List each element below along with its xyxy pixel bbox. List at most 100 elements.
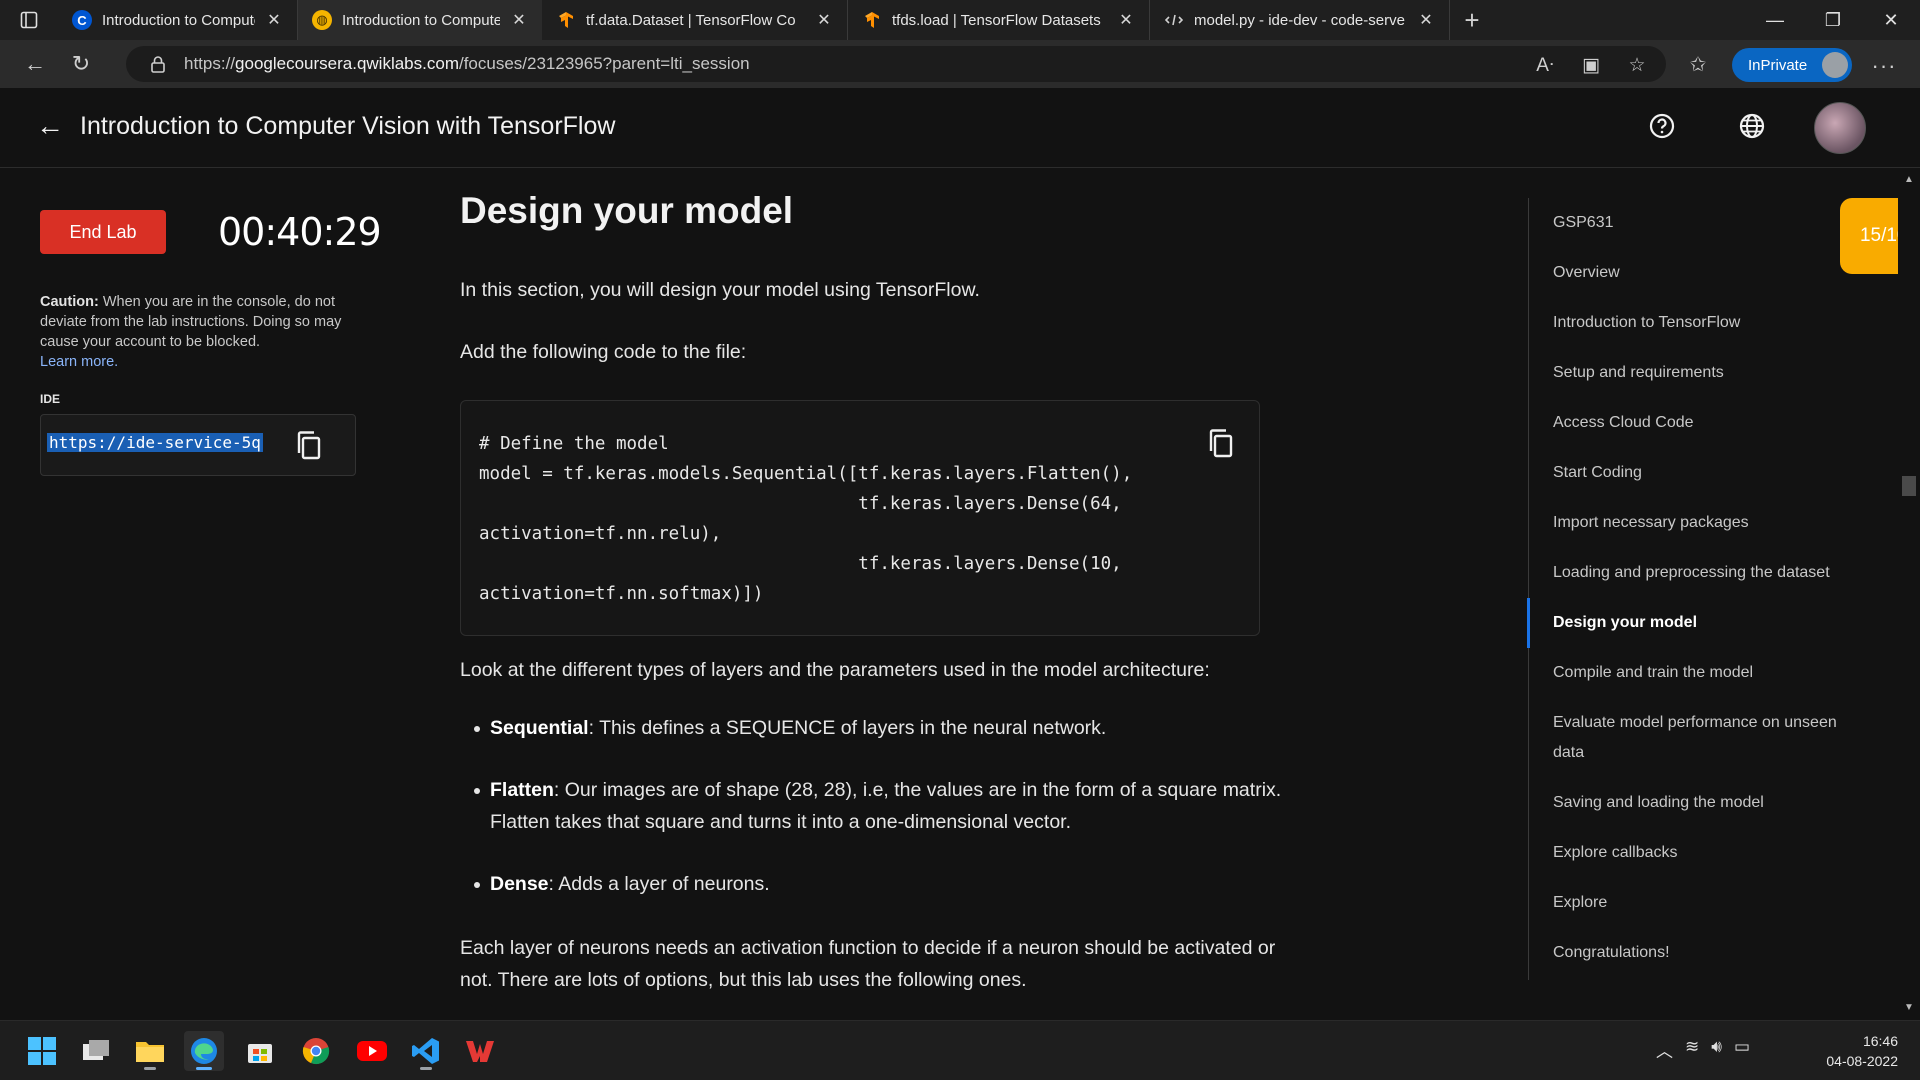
browser-tab[interactable]: tfds.load | TensorFlow Datasets ✕ bbox=[848, 0, 1150, 40]
tab-title: tfds.load | TensorFlow Datasets bbox=[892, 11, 1101, 29]
browser-toolbar: ← ↻ https://googlecoursera.qwiklabs.com/… bbox=[0, 40, 1920, 88]
profile-avatar bbox=[1822, 52, 1848, 78]
toc-item[interactable]: Saving and loading the model bbox=[1553, 788, 1853, 818]
browser-tab[interactable]: model.py - ide-dev - code-serve ✕ bbox=[1150, 0, 1450, 40]
edge-browser-icon[interactable] bbox=[184, 1031, 224, 1071]
toc-item[interactable]: Explore callbacks bbox=[1553, 838, 1853, 868]
task-view-icon[interactable] bbox=[76, 1031, 116, 1071]
scrollbar-thumb[interactable] bbox=[1902, 476, 1916, 496]
more-menu-icon[interactable]: ··· bbox=[1866, 48, 1902, 84]
close-tab-icon[interactable]: ✕ bbox=[1415, 9, 1437, 31]
code-server-icon bbox=[1164, 10, 1184, 30]
volume-icon[interactable]: 🔊︎ bbox=[1711, 1037, 1722, 1062]
wps-office-icon[interactable] bbox=[460, 1031, 500, 1071]
system-tray: ︿ ≋ 🔊︎ ▭ bbox=[1656, 1037, 1750, 1062]
code-text[interactable]: # Define the model model = tf.keras.mode… bbox=[479, 429, 1132, 609]
lab-control-panel: End Lab 00:40:29 Caution: When you are i… bbox=[36, 196, 382, 500]
copy-code-icon[interactable] bbox=[1207, 427, 1237, 461]
url-scheme: https:// bbox=[184, 54, 236, 73]
toc-item[interactable]: Congratulations! bbox=[1553, 938, 1853, 968]
caution-notice: Caution: When you are in the console, do… bbox=[40, 292, 360, 372]
list-item: Sequential: This defines a SEQUENCE of l… bbox=[474, 712, 1310, 744]
code-block: # Define the model model = tf.keras.mode… bbox=[460, 400, 1260, 636]
language-globe-icon[interactable] bbox=[1738, 112, 1766, 140]
close-tab-icon[interactable]: ✕ bbox=[813, 9, 835, 31]
chevron-up-icon[interactable]: ︿ bbox=[1656, 1037, 1673, 1062]
toc-item[interactable]: Compile and train the model bbox=[1553, 658, 1853, 688]
list-item: Flatten: Our images are of shape (28, 28… bbox=[474, 774, 1310, 838]
toc-item[interactable]: Import necessary packages bbox=[1553, 508, 1853, 538]
favorites-icon[interactable]: ✩ bbox=[1680, 46, 1716, 82]
browser-tab[interactable]: C Introduction to Computer Vision ✕ bbox=[58, 0, 298, 40]
close-tab-icon[interactable]: ✕ bbox=[508, 9, 530, 31]
list-item-text: : This defines a SEQUENCE of layers in t… bbox=[588, 717, 1107, 739]
lab-instructions: Design your model In this section, you w… bbox=[460, 168, 1520, 1020]
learn-more-link[interactable]: Learn more. bbox=[40, 354, 118, 370]
browser-tab-strip: C Introduction to Computer Vision ✕ ◍ In… bbox=[0, 0, 1920, 40]
browser-tab[interactable]: tf.data.Dataset | TensorFlow Co ✕ bbox=[542, 0, 848, 40]
back-nav-icon[interactable]: ← bbox=[14, 44, 56, 84]
toc-item[interactable]: Explore bbox=[1553, 888, 1853, 918]
running-indicator bbox=[420, 1067, 432, 1070]
toc-item[interactable]: Setup and requirements bbox=[1553, 358, 1853, 388]
toc-item-active[interactable]: Design your model bbox=[1553, 608, 1853, 638]
add-favorite-icon[interactable]: ☆ bbox=[1624, 52, 1650, 78]
page-scrollbar[interactable]: ▲ ▼ bbox=[1898, 168, 1920, 1020]
list-item-term: Sequential bbox=[490, 717, 589, 739]
close-tab-icon[interactable]: ✕ bbox=[1115, 9, 1137, 31]
running-indicator bbox=[144, 1067, 156, 1070]
tab-actions-button[interactable] bbox=[0, 0, 58, 40]
read-aloud-icon[interactable]: Aᐧ bbox=[1532, 52, 1558, 78]
microsoft-store-icon[interactable] bbox=[240, 1031, 280, 1071]
battery-icon[interactable]: ▭ bbox=[1734, 1037, 1750, 1062]
youtube-icon[interactable] bbox=[352, 1031, 392, 1071]
close-window-icon[interactable]: ✕ bbox=[1862, 0, 1920, 40]
toc-item[interactable]: Loading and preprocessing the dataset bbox=[1553, 558, 1853, 588]
toc-item[interactable]: Introduction to TensorFlow bbox=[1553, 308, 1853, 338]
url-text: https://googlecoursera.qwiklabs.com/focu… bbox=[184, 54, 750, 74]
vscode-icon[interactable] bbox=[406, 1031, 446, 1071]
lab-timer: 00:40:29 bbox=[218, 210, 382, 254]
refresh-icon[interactable]: ↻ bbox=[60, 44, 102, 84]
section-heading: Design your model bbox=[460, 190, 794, 231]
browser-tab-active[interactable]: ◍ Introduction to Computer Vision ✕ bbox=[298, 0, 542, 40]
toc-item[interactable]: Access Cloud Code bbox=[1553, 408, 1853, 438]
scroll-down-icon[interactable]: ▼ bbox=[1903, 1002, 1915, 1016]
qwiklabs-icon: ◍ bbox=[312, 10, 332, 30]
table-of-contents: GSP631 Overview Introduction to TensorFl… bbox=[1527, 198, 1858, 980]
close-tab-icon[interactable]: ✕ bbox=[263, 9, 285, 31]
toc-item[interactable]: GSP631 bbox=[1553, 208, 1853, 238]
end-lab-button[interactable]: End Lab bbox=[40, 210, 166, 254]
address-bar[interactable]: https://googlecoursera.qwiklabs.com/focu… bbox=[126, 46, 1666, 82]
toc-item[interactable]: Overview bbox=[1553, 258, 1853, 288]
restore-icon[interactable]: ❐ bbox=[1804, 0, 1862, 40]
list-item: Dense: Adds a layer of neurons. bbox=[474, 868, 1310, 900]
minimize-icon[interactable]: — bbox=[1746, 0, 1804, 40]
immersive-reader-icon[interactable]: ▣ bbox=[1578, 52, 1604, 78]
toc-item[interactable]: Start Coding bbox=[1553, 458, 1853, 488]
window-controls: — ❐ ✕ bbox=[1746, 0, 1920, 40]
wifi-icon[interactable]: ≋ bbox=[1685, 1037, 1699, 1062]
ide-url-text[interactable]: https://ide-service-5q bbox=[47, 433, 271, 457]
help-icon[interactable] bbox=[1648, 112, 1676, 140]
ide-url-field: https://ide-service-5q bbox=[40, 414, 356, 476]
scroll-up-icon[interactable]: ▲ bbox=[1903, 174, 1915, 188]
inprivate-label: InPrivate bbox=[1748, 56, 1808, 74]
copy-icon[interactable] bbox=[295, 429, 325, 463]
tab-title: tf.data.Dataset | TensorFlow Co bbox=[586, 11, 796, 29]
back-arrow-icon[interactable]: ← bbox=[36, 112, 64, 140]
inprivate-button[interactable]: InPrivate bbox=[1732, 48, 1852, 82]
lock-icon bbox=[151, 56, 165, 73]
url-host: googlecoursera.qwiklabs.com bbox=[235, 54, 459, 73]
toc-active-indicator bbox=[1527, 598, 1530, 648]
list-item-term: Flatten bbox=[490, 779, 554, 801]
lab-header: ← Introduction to Computer Vision with T… bbox=[0, 88, 1920, 168]
chrome-icon[interactable] bbox=[296, 1031, 336, 1071]
layers-paragraph: Look at the different types of layers an… bbox=[460, 659, 1210, 681]
windows-start-icon[interactable] bbox=[22, 1031, 62, 1071]
taskbar-clock[interactable]: 16:46 04-08-2022 bbox=[1826, 1031, 1898, 1071]
toc-item[interactable]: Evaluate model performance on unseen dat… bbox=[1553, 708, 1853, 768]
user-avatar[interactable] bbox=[1814, 102, 1866, 154]
file-explorer-icon[interactable] bbox=[130, 1031, 170, 1071]
new-tab-button[interactable]: + bbox=[1450, 0, 1494, 40]
